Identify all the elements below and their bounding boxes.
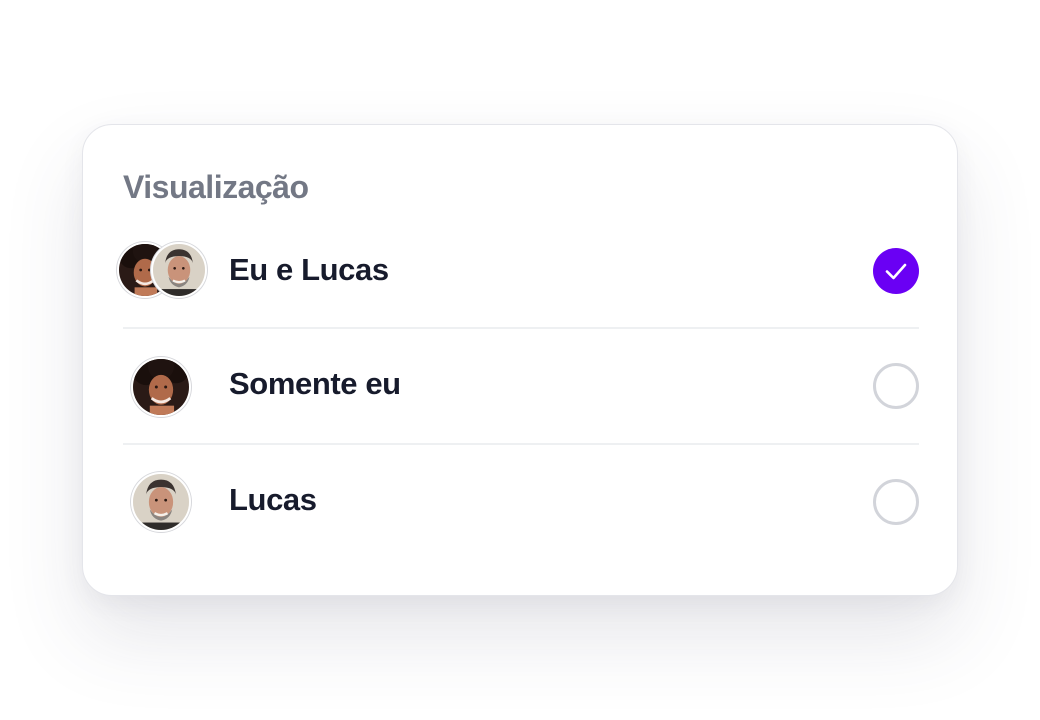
woman-avatar [131, 357, 191, 417]
radio-selected[interactable] [873, 248, 919, 294]
option-label: Somente eu [229, 366, 401, 401]
radio-unselected[interactable] [873, 479, 919, 525]
option-lucas[interactable]: Lucas [123, 443, 919, 559]
visibility-card: Visualização Eu e Lucas Somente eu Lucas [82, 124, 958, 596]
option-label: Lucas [229, 482, 317, 517]
man-avatar [151, 242, 207, 298]
card-title: Visualização [123, 169, 309, 205]
radio-unselected[interactable] [873, 363, 919, 409]
check-icon [885, 263, 907, 280]
option-eu-e-lucas[interactable]: Eu e Lucas [117, 213, 919, 327]
option-somente-eu[interactable]: Somente eu [123, 327, 919, 443]
option-label: Eu e Lucas [229, 252, 389, 287]
man-avatar [131, 472, 191, 532]
